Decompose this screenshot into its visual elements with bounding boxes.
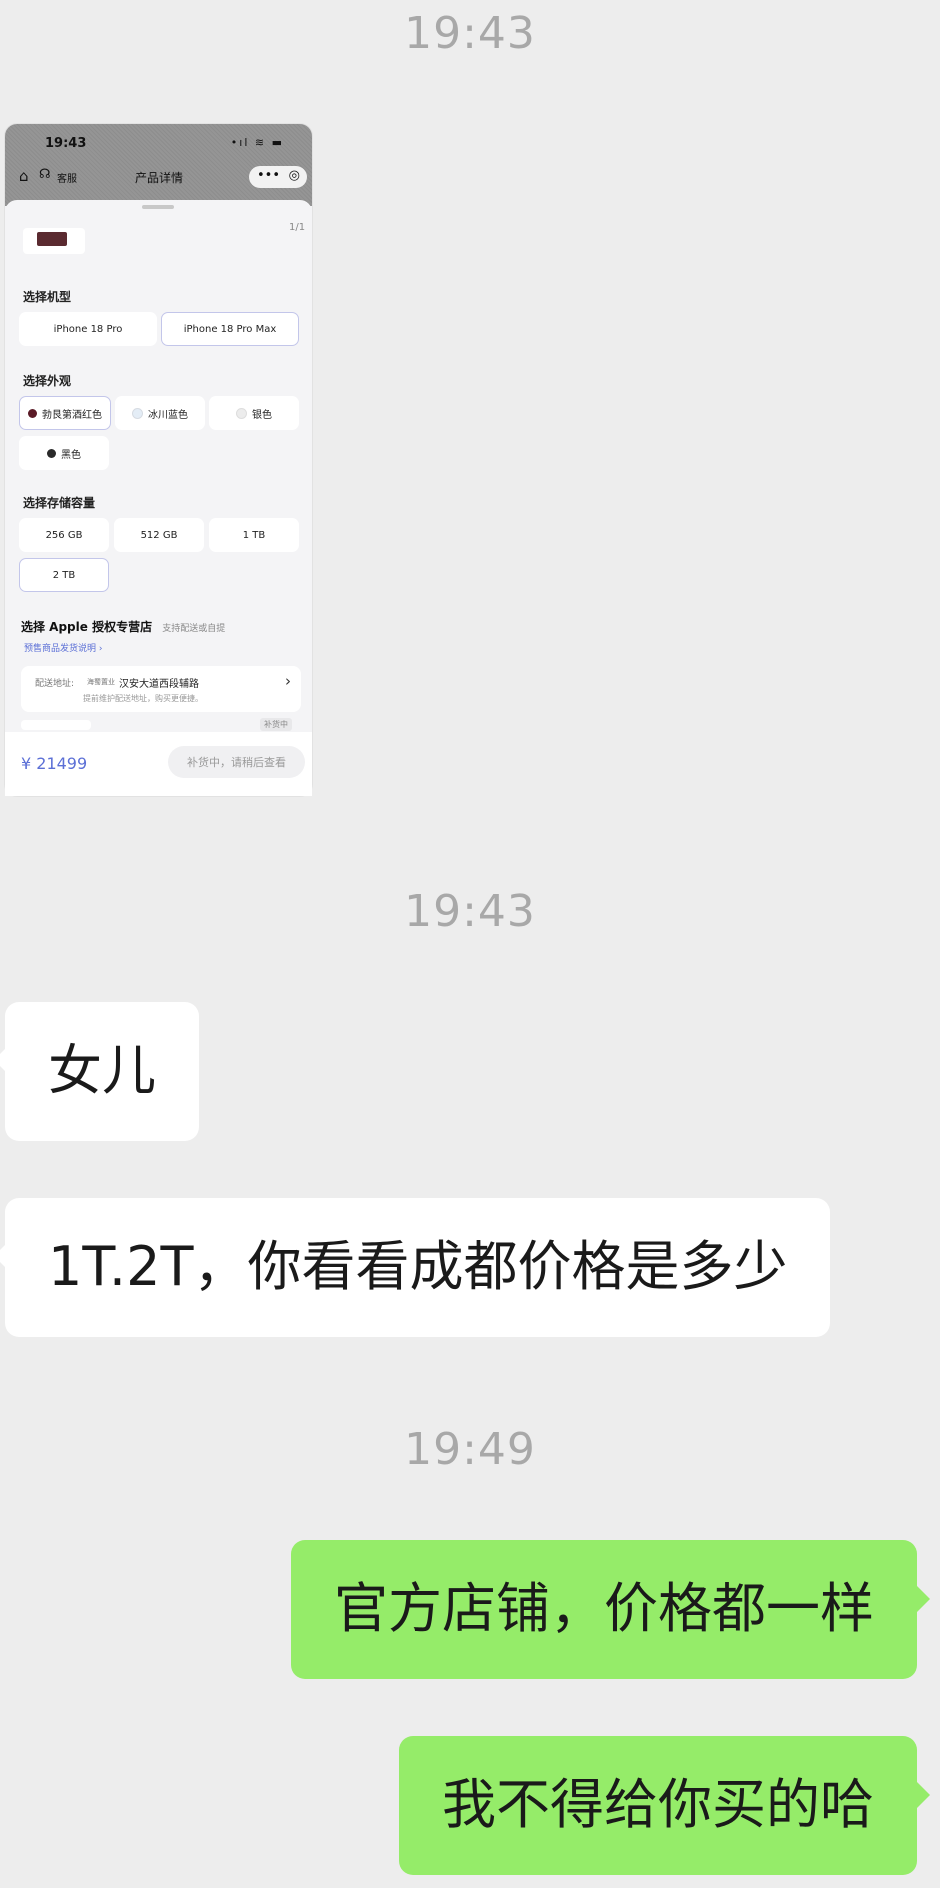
- store-section-subtitle: 支持配送或自提: [162, 624, 226, 634]
- address-value: 汉安大道西段辅路: [119, 679, 199, 690]
- incoming-message[interactable]: 女儿: [0, 1002, 199, 1141]
- color-option: 银色: [209, 396, 299, 430]
- chevron-right-icon: ›: [285, 672, 291, 690]
- price: ¥ 21499: [21, 754, 88, 773]
- timestamp: 19:43: [404, 886, 536, 937]
- delivery-address-row: 配送地址: 海蜀置业 汉安大道西段辅路 提前维护配送地址，购买更便捷。 ›: [21, 666, 301, 712]
- model-option: iPhone 18 Pro: [19, 312, 157, 346]
- model-option-selected: iPhone 18 Pro Max: [161, 312, 299, 346]
- product-thumbnail: [23, 228, 85, 254]
- storage-option: 1 TB: [209, 518, 299, 552]
- model-section-title: 选择机型: [23, 290, 72, 304]
- storage-option: 256 GB: [19, 518, 109, 552]
- storage-option-selected: 2 TB: [19, 558, 109, 592]
- message-text: 官方店铺，价格都一样: [334, 1577, 874, 1640]
- outgoing-message[interactable]: 我不得给你买的哈: [399, 1736, 930, 1875]
- color-option: 黑色: [19, 436, 109, 470]
- restock-button: 补货中，请稍后查看: [168, 746, 305, 778]
- restock-badge: 补货中: [260, 718, 292, 731]
- sheet-handle: [142, 205, 174, 209]
- timestamp: 19:43: [404, 8, 536, 59]
- purchase-bar: ¥ 21499 补货中，请稍后查看: [5, 732, 312, 796]
- product-sheet-content: 1/1 选择机型 iPhone 18 Pro iPhone 18 Pro Max…: [5, 124, 312, 796]
- store-section-title: 选择 Apple 授权专营店 支持配送或自提: [21, 620, 226, 634]
- color-option: 冰川蓝色: [115, 396, 205, 430]
- address-label: 配送地址:: [35, 679, 75, 689]
- color-option-selected: 勃艮第酒红色: [19, 396, 111, 430]
- message-text: 女儿: [48, 1039, 156, 1102]
- outgoing-message[interactable]: 官方店铺，价格都一样: [291, 1540, 930, 1679]
- address-note: 提前维护配送地址，购买更便捷。: [83, 694, 203, 703]
- color-section-title: 选择外观: [23, 374, 72, 388]
- storage-section-title: 选择存储容量: [23, 496, 96, 510]
- timestamp: 19:49: [404, 1424, 536, 1475]
- storage-option: 512 GB: [114, 518, 204, 552]
- image-pager: 1/1: [289, 222, 306, 233]
- preorder-link: 预售商品发货说明 ›: [24, 644, 103, 654]
- incoming-message[interactable]: 1T.2T，你看看成都价格是多少: [0, 1198, 831, 1337]
- message-text: 1T.2T，你看看成都价格是多少: [48, 1235, 788, 1298]
- address-tag: 海蜀置业: [87, 678, 115, 686]
- store-card-peek: [21, 720, 91, 730]
- message-text: 我不得给你买的哈: [442, 1773, 874, 1836]
